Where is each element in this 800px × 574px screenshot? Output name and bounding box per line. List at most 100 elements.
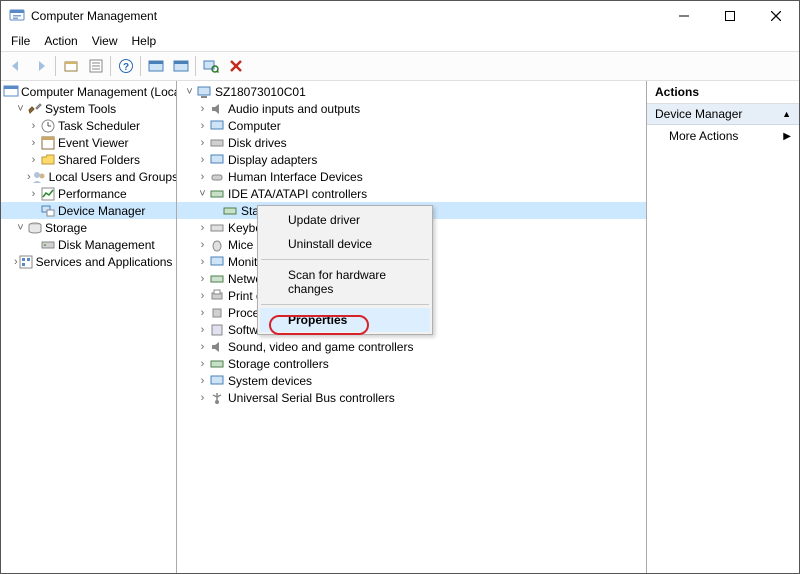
toolbar-separator <box>110 56 111 76</box>
collapse-icon[interactable]: ˅ <box>196 188 209 200</box>
computer-icon <box>196 84 212 100</box>
help-button[interactable]: ? <box>114 55 137 78</box>
collapse-icon[interactable]: ˅ <box>14 222 27 234</box>
ide-controller-icon <box>209 186 225 202</box>
close-button[interactable] <box>753 1 799 31</box>
expand-icon[interactable]: › <box>196 154 209 166</box>
toolbar-separator <box>55 56 56 76</box>
system-device-icon <box>209 373 225 389</box>
tree-shared-folders[interactable]: › Shared Folders <box>1 151 176 168</box>
actions-pane: Actions Device Manager ▲ More Actions ▶ <box>647 81 799 573</box>
keyboard-icon <box>209 220 225 236</box>
collapse-icon[interactable]: ˅ <box>14 103 27 115</box>
expand-icon[interactable]: › <box>196 392 209 404</box>
menu-file[interactable]: File <box>5 33 36 49</box>
display-icon <box>209 152 225 168</box>
disk-icon <box>209 135 225 151</box>
tree-services-apps[interactable]: › Services and Applications <box>1 253 176 270</box>
device-audio[interactable]: ›Audio inputs and outputs <box>177 100 646 117</box>
expand-icon[interactable]: › <box>196 341 209 353</box>
expand-icon[interactable]: › <box>27 137 40 149</box>
expand-icon[interactable]: › <box>196 307 209 319</box>
printer-icon <box>209 288 225 304</box>
menu-view[interactable]: View <box>86 33 124 49</box>
actions-header: Actions <box>647 81 799 104</box>
tree-disk-management[interactable]: Disk Management <box>1 236 176 253</box>
storage-controller-icon <box>209 356 225 372</box>
show-hidden-button[interactable] <box>144 55 167 78</box>
device-icon-button[interactable] <box>169 55 192 78</box>
expand-icon[interactable]: › <box>196 103 209 115</box>
maximize-button[interactable] <box>707 1 753 31</box>
back-button <box>4 55 27 78</box>
context-menu: Update driver Uninstall device Scan for … <box>257 205 433 335</box>
expand-icon[interactable]: › <box>196 120 209 132</box>
expand-icon[interactable]: › <box>196 171 209 183</box>
tree-system-tools[interactable]: ˅ System Tools <box>1 100 176 117</box>
device-storage-controllers[interactable]: ›Storage controllers <box>177 355 646 372</box>
device-display[interactable]: ›Display adapters <box>177 151 646 168</box>
toolbar-separator <box>195 56 196 76</box>
device-tree-pane[interactable]: ˅ SZ18073010C01 ›Audio inputs and output… <box>177 81 647 573</box>
device-disk[interactable]: ›Disk drives <box>177 134 646 151</box>
network-icon <box>209 271 225 287</box>
expand-icon[interactable]: › <box>196 256 209 268</box>
computer-icon <box>209 118 225 134</box>
up-button[interactable] <box>59 55 82 78</box>
expand-icon[interactable]: › <box>196 273 209 285</box>
tree-storage[interactable]: ˅ Storage <box>1 219 176 236</box>
submenu-arrow-icon: ▶ <box>783 131 791 142</box>
menu-action[interactable]: Action <box>38 33 83 49</box>
window-title: Computer Management <box>31 9 157 23</box>
device-system[interactable]: ›System devices <box>177 372 646 389</box>
tree-event-viewer[interactable]: › Event Viewer <box>1 134 176 151</box>
device-root[interactable]: ˅ SZ18073010C01 <box>177 83 646 100</box>
ctx-uninstall-device[interactable]: Uninstall device <box>260 232 430 256</box>
actions-device-manager[interactable]: Device Manager ▲ <box>647 104 799 125</box>
ctx-scan-hardware[interactable]: Scan for hardware changes <box>260 263 430 301</box>
tree-root[interactable]: Computer Management (Local) <box>1 83 176 100</box>
device-usb[interactable]: ›Universal Serial Bus controllers <box>177 389 646 406</box>
menu-bar: File Action View Help <box>1 31 799 51</box>
sound-icon <box>209 339 225 355</box>
ctx-update-driver[interactable]: Update driver <box>260 208 430 232</box>
mouse-icon <box>209 237 225 253</box>
collapse-arrow-icon: ▲ <box>782 109 791 119</box>
expand-icon[interactable]: › <box>27 154 40 166</box>
expand-icon[interactable]: › <box>196 290 209 302</box>
services-icon <box>18 254 34 270</box>
expand-icon[interactable]: › <box>196 222 209 234</box>
device-hid[interactable]: ›Human Interface Devices <box>177 168 646 185</box>
properties-button[interactable] <box>84 55 107 78</box>
tree-performance[interactable]: › Performance <box>1 185 176 202</box>
body: Computer Management (Local) ˅ System Too… <box>1 81 799 573</box>
left-tree-pane[interactable]: Computer Management (Local) ˅ System Too… <box>1 81 177 573</box>
sata-controller-icon <box>222 203 238 219</box>
ctx-properties[interactable]: Properties <box>260 308 430 332</box>
expand-icon[interactable]: › <box>27 188 40 200</box>
menu-help[interactable]: Help <box>126 33 163 49</box>
tree-local-users[interactable]: › Local Users and Groups <box>1 168 176 185</box>
expand-icon[interactable]: › <box>196 239 209 251</box>
uninstall-button[interactable] <box>224 55 247 78</box>
collapse-icon[interactable]: ˅ <box>183 86 196 98</box>
minimize-button[interactable] <box>661 1 707 31</box>
expand-icon[interactable]: › <box>196 358 209 370</box>
usb-icon <box>209 390 225 406</box>
expand-icon[interactable]: › <box>27 120 40 132</box>
device-computer[interactable]: ›Computer <box>177 117 646 134</box>
device-ide[interactable]: ˅IDE ATA/ATAPI controllers <box>177 185 646 202</box>
actions-more[interactable]: More Actions ▶ <box>647 125 799 147</box>
forward-button <box>29 55 52 78</box>
task-scheduler-icon <box>40 118 56 134</box>
expand-icon[interactable]: › <box>196 375 209 387</box>
tree-device-manager[interactable]: Device Manager <box>1 202 176 219</box>
processor-icon <box>209 305 225 321</box>
expand-icon[interactable]: › <box>196 137 209 149</box>
expand-icon[interactable]: › <box>196 324 209 336</box>
device-sound[interactable]: ›Sound, video and game controllers <box>177 338 646 355</box>
system-tools-icon <box>27 101 43 117</box>
scan-hardware-button[interactable] <box>199 55 222 78</box>
tree-task-scheduler[interactable]: › Task Scheduler <box>1 117 176 134</box>
context-menu-separator <box>261 304 429 305</box>
